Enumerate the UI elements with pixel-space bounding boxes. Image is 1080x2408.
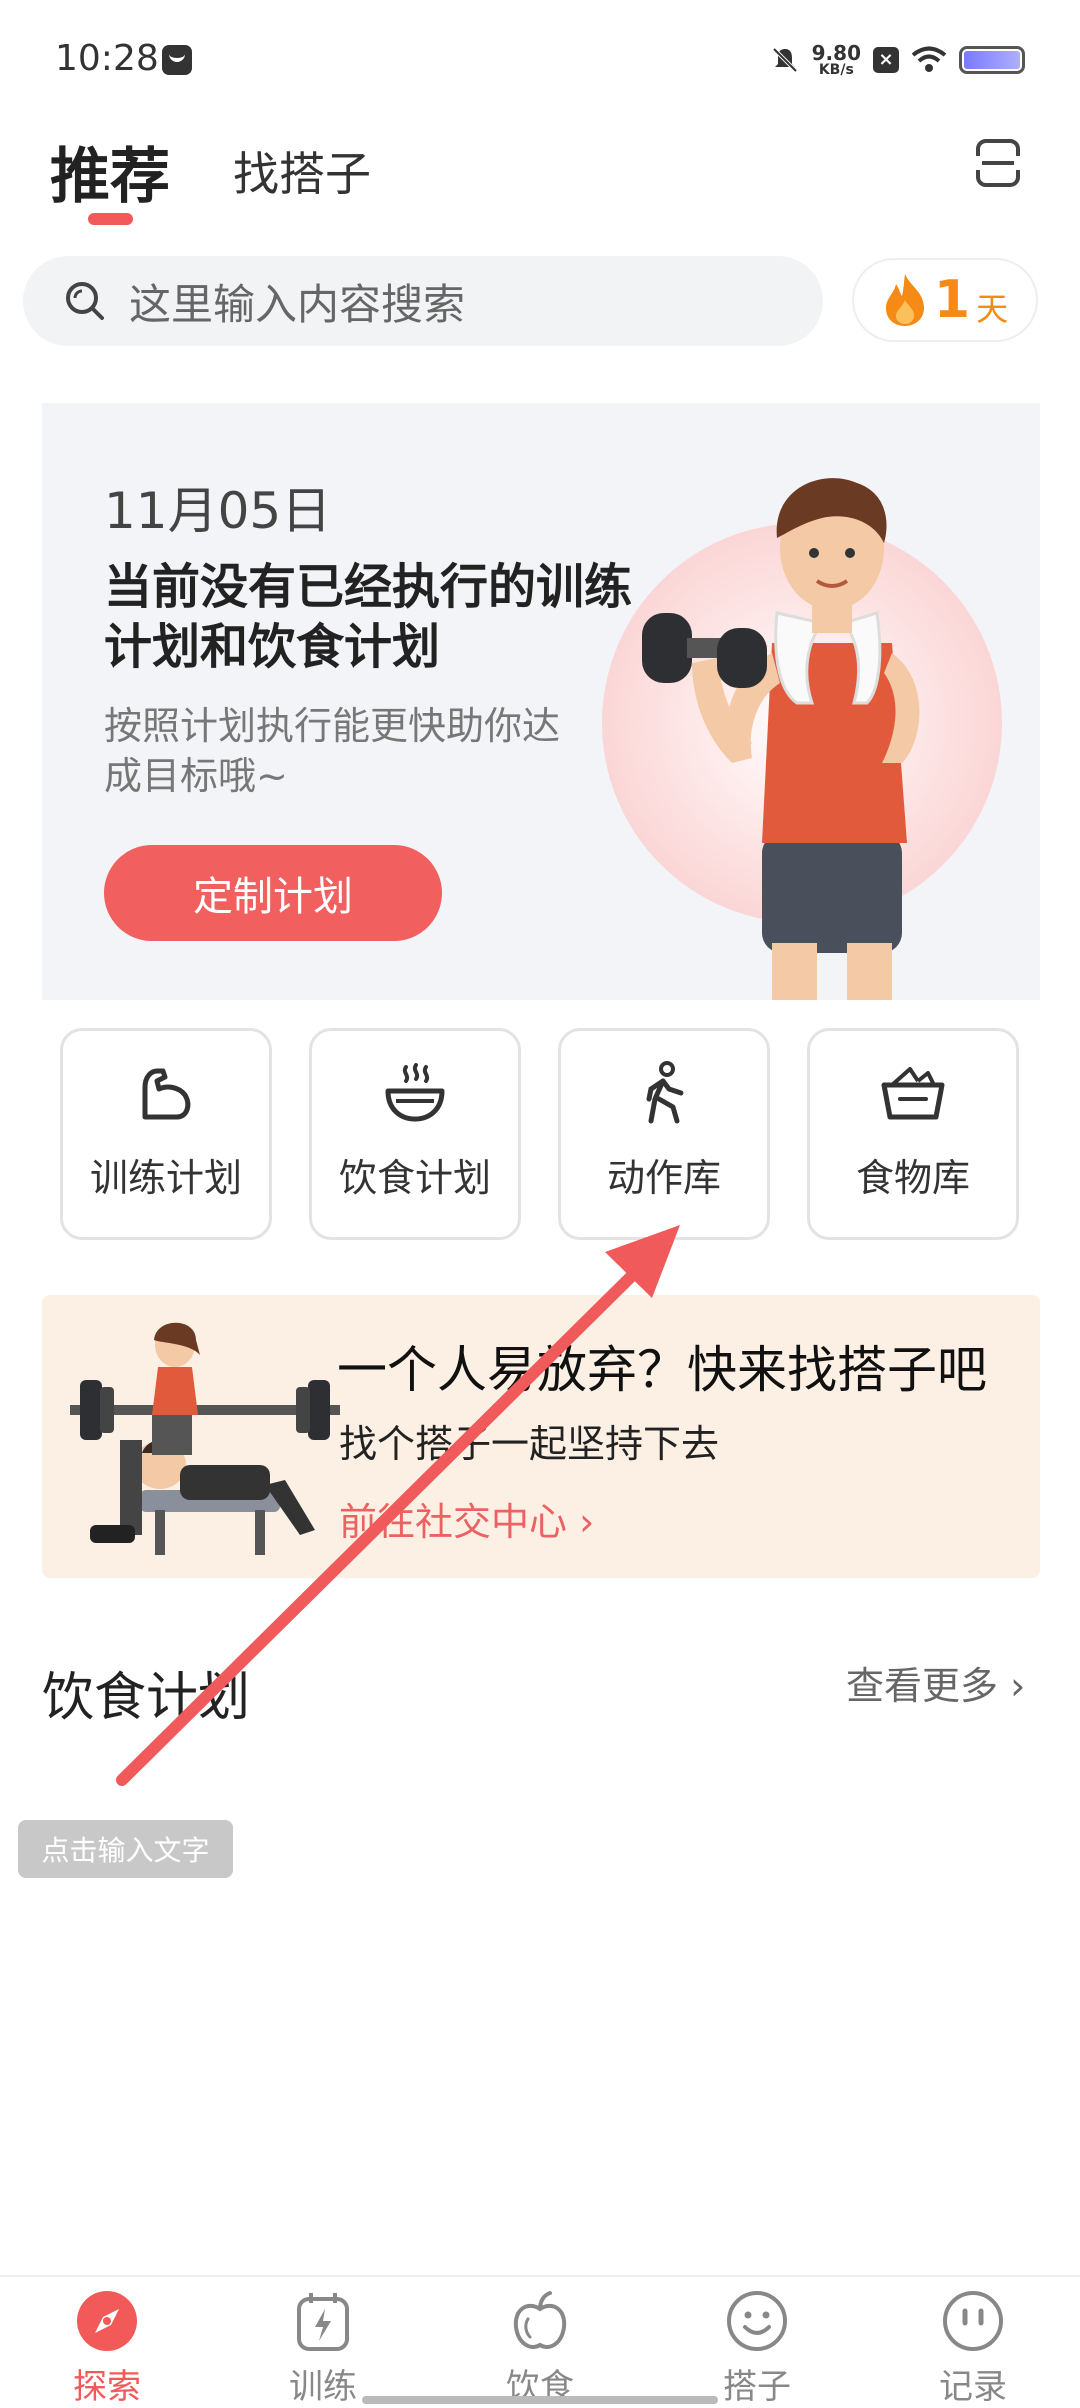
find-buddy-card[interactable]: 一个人易放弃？快来找搭子吧 找个搭子一起坚持下去 前往社交中心 › [42, 1295, 1040, 1578]
fitness-man-illustration [642, 478, 920, 1000]
view-more-link[interactable]: 查看更多 › [846, 1655, 1025, 1710]
nav-label: 训练 [289, 2367, 357, 2407]
status-time: 10:28 [55, 38, 159, 79]
search-input[interactable]: 这里输入内容搜索 [23, 256, 823, 346]
nav-record[interactable]: 记录 [903, 2289, 1043, 2408]
quick-food-library[interactable]: 食物库 [807, 1028, 1019, 1240]
banner-date: 11月05日 [104, 482, 332, 540]
tab-recommend[interactable]: 推荐 [50, 128, 170, 215]
buddy-card-title: 一个人易放弃？快来找搭子吧 [337, 1341, 987, 1399]
nav-label: 探索 [73, 2367, 141, 2407]
bell-mute-icon [772, 47, 798, 73]
nav-label: 记录 [939, 2367, 1007, 2407]
quick-label: 训练计划 [89, 1156, 242, 1200]
streak-badge[interactable]: 1 天 [852, 258, 1038, 342]
streak-unit: 天 [976, 290, 1009, 328]
network-speed-unit: KB/s [818, 62, 854, 78]
quick-label: 饮食计划 [338, 1156, 491, 1200]
search-placeholder: 这里输入内容搜索 [129, 279, 466, 329]
muscle-arm-icon [142, 1068, 191, 1120]
quick-label: 食物库 [855, 1156, 970, 1200]
battery-icon [959, 46, 1025, 74]
food-basket-icon [881, 1067, 945, 1120]
flame-icon [885, 274, 924, 326]
banner-subtitle: 按照计划执行能更快助你达成目标哦~ [104, 704, 561, 798]
buddy-card-subtitle: 找个搭子一起坚持下去 [339, 1422, 720, 1466]
wifi-icon [911, 46, 947, 72]
quick-diet-plan[interactable]: 饮食计划 [309, 1028, 521, 1240]
nav-label: 搭子 [723, 2367, 791, 2407]
apple-icon [513, 2291, 567, 2349]
close-box-icon: × [873, 47, 899, 73]
active-tab-indicator [88, 213, 133, 225]
smile-icon [727, 2291, 787, 2351]
status-bar: 10:28 9.80 KB/s × [0, 0, 1080, 120]
nav-explore[interactable]: 探索 [37, 2289, 177, 2408]
diet-section-title: 饮食计划 [42, 1668, 251, 1728]
compass-icon [77, 2291, 137, 2351]
tab-find-buddy[interactable]: 找搭子 [233, 138, 371, 204]
scan-icon[interactable] [975, 138, 1021, 188]
nav-training[interactable]: 训练 [253, 2289, 393, 2408]
nav-diet[interactable]: 饮食 [470, 2289, 610, 2408]
bench-press-illustration [70, 1322, 340, 1555]
network-speed-value: 9.80 [811, 41, 861, 65]
plan-banner: 11月05日 当前没有已经执行的训练计划和饮食计划 按照计划执行能更快助你达成目… [42, 403, 1040, 1000]
banner-title: 当前没有已经执行的训练计划和饮食计划 [104, 559, 633, 675]
home-indicator[interactable] [362, 2396, 718, 2404]
message-notification-icon [162, 45, 192, 75]
streak-count: 1 [933, 270, 971, 330]
nav-buddy[interactable]: 搭子 [687, 2289, 827, 2408]
status-right-group: 9.80 KB/s × [770, 40, 1025, 80]
food-bowl-icon [385, 1063, 445, 1122]
social-center-link[interactable]: 前往社交中心 › [339, 1491, 594, 1546]
text-input-hint[interactable]: 点击输入文字 [18, 1820, 233, 1878]
network-speed: 9.80 KB/s [812, 43, 861, 77]
search-icon [66, 282, 104, 320]
quick-exercise-library[interactable]: 动作库 [558, 1028, 770, 1240]
quick-label: 动作库 [606, 1156, 721, 1200]
quick-training-plan[interactable]: 训练计划 [60, 1028, 272, 1240]
face-dots-icon [943, 2291, 1003, 2351]
exercise-person-icon [646, 1061, 684, 1124]
lightning-tablet-icon [297, 2293, 349, 2351]
bottom-nav: 探索 训练 饮食 搭子 记录 [0, 2275, 1080, 2408]
customize-plan-button[interactable]: 定制计划 [104, 845, 442, 941]
